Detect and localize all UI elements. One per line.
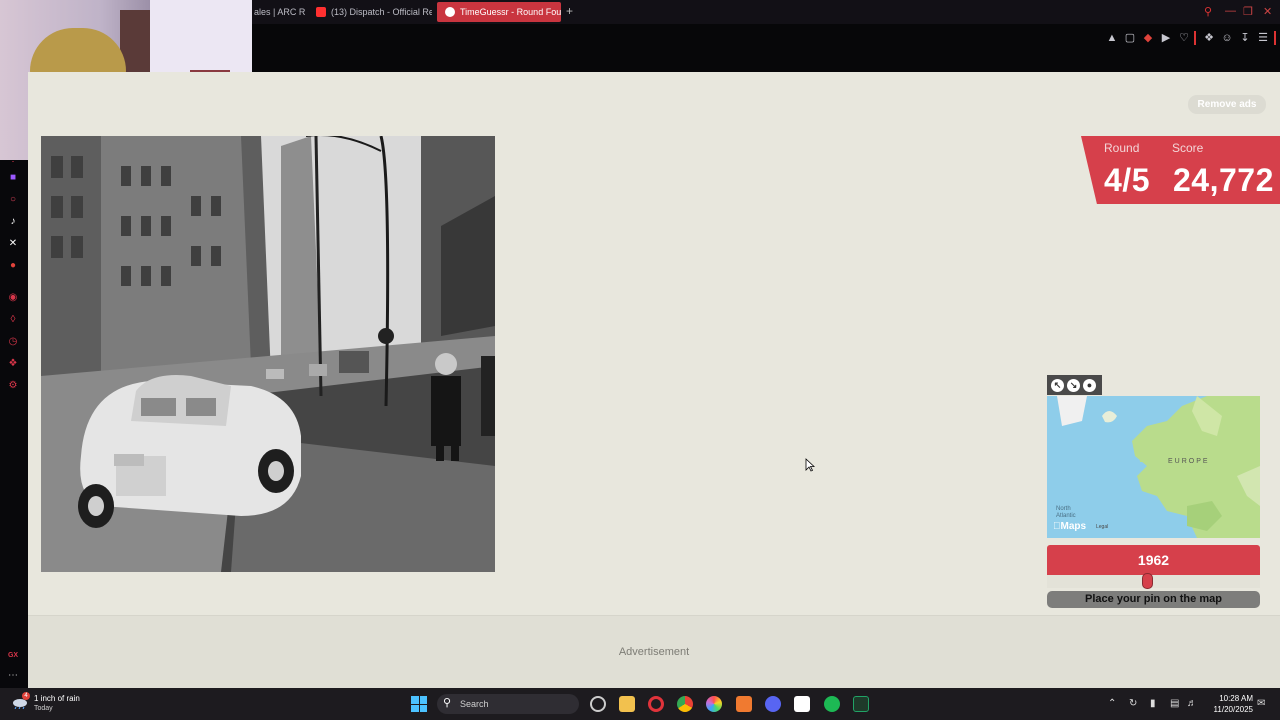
search-icon: ⚲ xyxy=(443,697,452,709)
network-icon[interactable]: ▤ xyxy=(1170,698,1179,709)
notifications-icon[interactable]: ✉ xyxy=(1257,698,1265,709)
map-ocean-line1: North xyxy=(1056,506,1071,512)
extensions-sidebar-icon[interactable]: ❖ xyxy=(7,358,19,370)
map-size-controls: ↖ ↘ ● xyxy=(1047,375,1102,395)
x-icon[interactable]: ✕ xyxy=(7,238,19,250)
shrink-map-icon[interactable]: ↘ xyxy=(1067,378,1080,392)
player-icon[interactable]: ◉ xyxy=(7,292,19,304)
notepad-icon[interactable] xyxy=(794,696,810,712)
menu-icon[interactable]: ☰ xyxy=(1257,32,1269,44)
map-ocean-line2: Atlantic xyxy=(1056,513,1076,519)
timeguessr-icon xyxy=(445,7,455,17)
extensions-icon[interactable]: ❖ xyxy=(1203,32,1215,44)
gx-app-icon[interactable]: ● xyxy=(7,260,19,272)
system-clock[interactable]: 10:28 AM 11/20/2025 xyxy=(1209,693,1253,715)
map-ocean-label: North Atlantic xyxy=(1056,506,1076,520)
screenshot-icon[interactable]: ▢ xyxy=(1124,32,1136,44)
settings-icon[interactable]: ⚙ xyxy=(7,380,19,392)
weather-text[interactable]: 1 inch of rain xyxy=(34,694,80,704)
volume-icon[interactable]: ♬ xyxy=(1187,698,1197,709)
new-tab-button[interactable]: + xyxy=(566,4,573,18)
round-value: 4/5 xyxy=(1104,162,1150,198)
instagram-icon[interactable]: ○ xyxy=(7,194,19,206)
microphone-icon[interactable]: ▮ xyxy=(1150,698,1156,709)
excel-icon[interactable] xyxy=(853,696,869,712)
score-value: 24,772 xyxy=(1173,162,1274,198)
search-tabs-icon[interactable]: ⚲ xyxy=(1204,5,1212,18)
tab-timeguessr[interactable]: TimeGuessr - Round Four xyxy=(437,2,561,22)
sync-icon[interactable]: ↻ xyxy=(1129,698,1137,709)
copilot-icon[interactable] xyxy=(590,696,606,712)
toolbar-divider xyxy=(1194,31,1196,45)
year-slider-handle[interactable] xyxy=(1141,573,1153,589)
expand-map-icon[interactable]: ↖ xyxy=(1051,378,1064,392)
taskbar-search-input[interactable] xyxy=(437,694,579,714)
history-icon[interactable]: ◷ xyxy=(7,336,19,348)
score-label: Score xyxy=(1172,141,1204,155)
remove-ads-button[interactable]: Remove ads xyxy=(1188,95,1266,114)
year-slider-track[interactable] xyxy=(1047,575,1260,588)
europe-map xyxy=(1047,396,1260,538)
chrome-icon[interactable] xyxy=(677,696,693,712)
mouse-cursor-icon xyxy=(805,458,815,472)
download-icon[interactable]: ↧ xyxy=(1239,32,1251,44)
weather-badge: 4 xyxy=(22,692,30,700)
windows-start-icon[interactable] xyxy=(411,696,427,712)
streaming-app-icon[interactable] xyxy=(736,696,752,712)
show-hidden-icons-icon[interactable]: ⌃ xyxy=(1108,698,1116,709)
profile-icon[interactable]: ☺ xyxy=(1221,32,1233,44)
street-scene-photo xyxy=(41,136,495,572)
tab-label: TimeGuessr - Round Four xyxy=(460,7,561,17)
map-legal-link[interactable]: Legal xyxy=(1096,524,1108,530)
close-icon[interactable]: ✕ xyxy=(1263,5,1272,18)
place-pin-button[interactable]: Place your pin on the map xyxy=(1047,591,1260,608)
minimize-icon[interactable]: — xyxy=(1225,5,1236,17)
tab-label: (13) Dispatch - Official Re xyxy=(331,7,432,17)
pinboard-icon[interactable]: ◊ xyxy=(7,314,19,326)
twitch-icon[interactable]: ■ xyxy=(7,172,19,184)
shield-icon[interactable]: ◆ xyxy=(1142,32,1154,44)
clock-date: 11/20/2025 xyxy=(1213,705,1253,714)
weather-subtext: Today xyxy=(34,705,53,712)
tab-dispatch[interactable]: (13) Dispatch - Official Re xyxy=(308,2,432,22)
windows-taskbar xyxy=(0,688,1280,720)
discord-icon[interactable] xyxy=(765,696,781,712)
spotify-icon[interactable] xyxy=(824,696,840,712)
play-icon[interactable]: ▶ xyxy=(1160,32,1172,44)
browser-sidebar: ⋮ ■ ○ ♪ ✕ ● ◉ ◊ ◷ ❖ ⚙ GX ⋯ xyxy=(0,72,28,688)
guess-map[interactable]: EUROPE North Atlantic Maps Legal xyxy=(1047,396,1260,538)
tab-label: ales | ARC R xyxy=(254,7,306,17)
file-explorer-icon[interactable] xyxy=(619,696,635,712)
map-europe-label: EUROPE xyxy=(1168,458,1210,465)
round-score-card: Round Score 4/5 24,772 xyxy=(1081,136,1280,204)
toolbar-edge xyxy=(1274,31,1276,45)
color-app-icon[interactable] xyxy=(706,696,722,712)
restore-icon[interactable]: ❐ xyxy=(1243,5,1253,18)
taskbar-search-label: Search xyxy=(460,699,489,709)
advertisement-label: Advertisement xyxy=(618,646,690,658)
clock-time: 10:28 AM xyxy=(1219,694,1253,703)
advertisement-area: Advertisement xyxy=(28,615,1280,688)
round-label: Round xyxy=(1104,141,1140,155)
apple-maps-logo: Maps xyxy=(1053,521,1086,532)
year-display: 1962 xyxy=(1047,545,1260,575)
tiktok-icon[interactable]: ♪ xyxy=(7,216,19,228)
apple-maps-text: Maps xyxy=(1053,521,1087,532)
heart-icon[interactable]: ♡ xyxy=(1178,32,1190,44)
pin-icon[interactable]: ▲ xyxy=(1106,32,1118,44)
tab-arc-raiders[interactable]: ales | ARC R xyxy=(246,2,310,22)
more-icon[interactable]: ⋯ xyxy=(7,670,19,682)
youtube-icon xyxy=(316,7,326,17)
gx-logo-icon[interactable]: GX xyxy=(7,650,19,662)
pin-map-icon[interactable]: ● xyxy=(1083,378,1096,392)
opera-gx-icon[interactable] xyxy=(648,696,664,712)
round-photo[interactable] xyxy=(41,136,495,572)
